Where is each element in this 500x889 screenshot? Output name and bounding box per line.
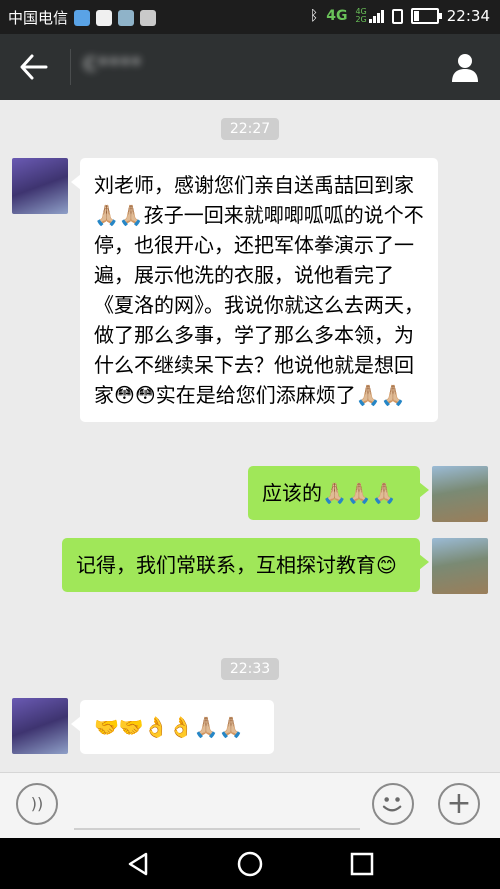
person-icon[interactable]: [448, 50, 482, 84]
network-type-label: 4G: [326, 8, 348, 24]
contact-avatar[interactable]: [12, 158, 68, 214]
message-text: 刘老师，感谢您们亲自送禹喆回到家🙏🏼🙏🏼孩子一回来就唧唧呱呱的说个不停，也很开心…: [94, 173, 424, 407]
timestamp-label: 22:33: [220, 658, 280, 680]
message-bubble-received[interactable]: 🤝🤝👌👌🙏🏼🙏🏼: [71, 700, 274, 754]
message-bubble-sent[interactable]: 记得，我们常联系，互相探讨教育😊: [62, 538, 429, 592]
timestamp: 22:33: [0, 658, 500, 680]
message-text: 记得，我们常联系，互相探讨教育😊: [76, 553, 397, 577]
triangle-back-icon[interactable]: [124, 850, 152, 878]
bluetooth-icon: ᛒ: [309, 8, 319, 24]
chat-title-bar: C****: [0, 34, 500, 100]
my-avatar[interactable]: [432, 466, 488, 522]
gallery-notification-icon: [118, 9, 135, 26]
message-input[interactable]: [74, 828, 360, 830]
smiley-icon[interactable]: [372, 783, 414, 825]
status-left: 中国电信: [8, 7, 157, 28]
clock-label: 22:34: [446, 7, 490, 25]
app-notification-icon: [74, 9, 91, 26]
battery-icon: [410, 8, 442, 24]
timestamp-label: 22:27: [220, 118, 280, 140]
message-bubble-sent[interactable]: 应该的🙏🏼🙏🏼🙏🏼: [248, 466, 429, 520]
sim-icon: [391, 8, 403, 24]
android-nav-bar: [0, 838, 500, 889]
square-recent-icon[interactable]: [348, 850, 376, 878]
circle-home-icon[interactable]: [236, 850, 264, 878]
my-avatar[interactable]: [432, 538, 488, 594]
title-divider: [70, 49, 71, 85]
message-bubble-received[interactable]: 刘老师，感谢您们亲自送禹喆回到家🙏🏼🙏🏼孩子一回来就唧唧呱呱的说个不停，也很开心…: [71, 158, 438, 422]
signal-icon: 4G 2G: [355, 8, 384, 24]
contact-name: C****: [84, 54, 143, 75]
grid-notification-icon: [140, 9, 157, 26]
message-text: 🤝🤝👌👌🙏🏼🙏🏼: [94, 715, 244, 739]
carrier-label: 中国电信: [8, 9, 69, 27]
input-bar: )) +: [0, 772, 500, 839]
arrow-left-icon[interactable]: [18, 52, 50, 82]
voice-icon[interactable]: )): [16, 783, 58, 825]
status-bar: 中国电信 ᛒ 4G 4G 2G 22:34: [0, 0, 500, 34]
qq-notification-icon: [96, 9, 113, 26]
status-right: ᛒ 4G 4G 2G 22:34: [310, 7, 490, 25]
timestamp: 22:27: [0, 118, 500, 140]
network-small-bottom: 2G: [355, 15, 367, 24]
plus-icon[interactable]: +: [438, 783, 480, 825]
message-text: 应该的🙏🏼🙏🏼🙏🏼: [262, 481, 397, 505]
contact-avatar[interactable]: [12, 698, 68, 754]
